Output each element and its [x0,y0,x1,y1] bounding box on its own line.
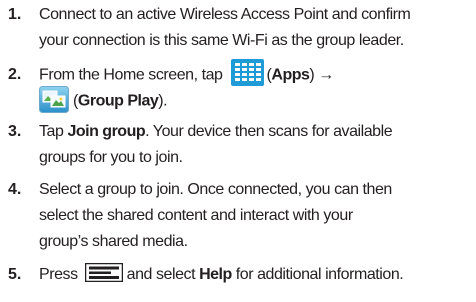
help-label: Help [199,266,232,283]
menu-key-icon [84,263,123,283]
step-text: for additional information. [231,266,404,283]
instruction-steps: 1. Connect to an active Wireless Access … [0,0,476,301]
step-text-line: select the shared content and interact w… [39,207,353,224]
step-text: Tap [39,123,68,140]
step-text-line: From the Home screen, tap (Apps) → [39,59,334,89]
apps-label: Apps [271,66,310,84]
step-number: 4. [8,181,22,198]
apps-grid-icon [230,59,264,86]
step-text-line: groups for you to join. [39,149,183,166]
paren-close: ) [309,66,315,84]
step-text: . Your device then scans for available [145,123,393,140]
group-play-app-icon [39,86,69,113]
step-text-line: Select a group to join. Once connected, … [39,181,392,198]
step-number: 3. [8,123,22,140]
step-text-line: group’s shared media. [39,233,188,250]
step-text-line: (Group Play). [39,86,168,115]
join-group-label: Join group [67,123,146,140]
step-text-line: your connection is this same Wi-Fi as th… [39,32,404,49]
step-text-line: Press and select Help for additional inf… [39,262,404,288]
paren-close: ). [158,92,168,110]
step-text-line: Connect to an active Wireless Access Poi… [39,6,411,23]
step-number: 1. [8,6,22,23]
step-number: 5. [8,266,22,283]
step-text-line: Tap Join group. Your device then scans f… [39,119,393,145]
step-text: From the Home screen, tap [39,66,223,84]
step-number: 2. [8,66,22,83]
step-text: and select [126,266,200,283]
group-play-label: Group Play [77,92,159,110]
step-text: Press [39,266,78,283]
arrow-icon: → [318,66,334,84]
